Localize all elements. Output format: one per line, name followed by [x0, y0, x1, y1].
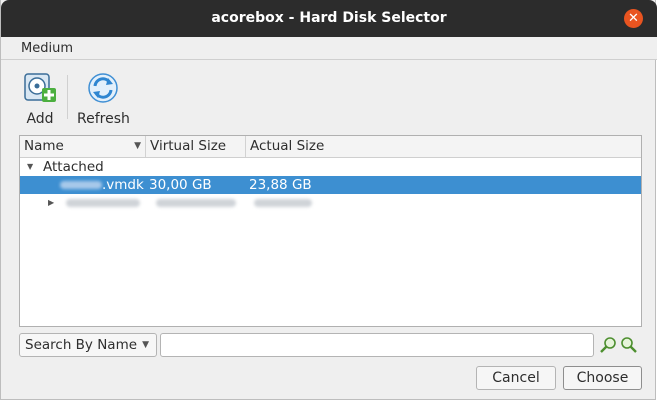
expand-arrow-icon[interactable]: ▼: [27, 158, 33, 176]
disk-tree[interactable]: Name ▼ Virtual Size Actual Size ▼ Attach…: [19, 135, 642, 327]
column-virtual-size[interactable]: Virtual Size: [146, 136, 246, 157]
search-input[interactable]: [160, 333, 594, 357]
table-row[interactable]: ▶: [20, 194, 641, 212]
column-virtual-size-label: Virtual Size: [150, 138, 227, 154]
tree-header: Name ▼ Virtual Size Actual Size: [20, 136, 641, 158]
search-mode-value: Search By Name: [25, 337, 138, 353]
choose-button[interactable]: Choose: [563, 366, 642, 390]
refresh-button[interactable]: Refresh: [77, 71, 130, 127]
chevron-down-icon: ▼: [142, 340, 149, 350]
search-mode-combo[interactable]: Search By Name ▼: [19, 333, 157, 357]
menu-medium[interactable]: Medium: [21, 41, 73, 56]
close-button[interactable]: ✕: [624, 9, 643, 28]
group-attached[interactable]: ▼ Attached: [20, 158, 641, 176]
add-label: Add: [26, 111, 54, 127]
toolbar: Add Refresh: [1, 61, 657, 129]
menu-bar: Medium: [1, 37, 657, 60]
window-title: acorebox - Hard Disk Selector: [211, 10, 447, 26]
redacted-name: [66, 199, 140, 207]
refresh-label: Refresh: [77, 111, 130, 127]
add-disk-icon: [24, 73, 56, 102]
virtual-size-cell: 30,00 GB: [149, 177, 212, 193]
add-button[interactable]: Add: [23, 71, 57, 127]
close-icon: ✕: [628, 11, 639, 26]
find-next-icon[interactable]: [599, 336, 617, 354]
actual-size-cell: 23,88 GB: [249, 177, 312, 193]
toolbar-separator: [67, 75, 68, 119]
column-actual-size-label: Actual Size: [250, 138, 325, 154]
column-actual-size[interactable]: Actual Size: [246, 136, 641, 157]
refresh-icon: [88, 73, 119, 103]
table-row[interactable]: .vmdk 30,00 GB 23,88 GB: [20, 176, 641, 194]
redacted-name: [60, 181, 102, 189]
column-name[interactable]: Name ▼: [20, 136, 146, 157]
disk-name: .vmdk: [102, 177, 144, 193]
sort-arrow-icon: ▼: [134, 141, 141, 151]
search-bar: Search By Name ▼: [19, 333, 642, 357]
redacted-virtual-size: [156, 199, 236, 207]
title-bar[interactable]: acorebox - Hard Disk Selector ✕: [1, 0, 657, 37]
group-attached-label: Attached: [43, 159, 104, 175]
cancel-button[interactable]: Cancel: [476, 366, 556, 390]
column-name-label: Name: [24, 138, 64, 154]
hard-disk-selector-dialog: acorebox - Hard Disk Selector ✕ Medium A…: [0, 0, 657, 400]
find-previous-icon[interactable]: [620, 336, 638, 354]
collapsed-arrow-icon[interactable]: ▶: [48, 194, 54, 212]
redacted-actual-size: [254, 199, 312, 207]
